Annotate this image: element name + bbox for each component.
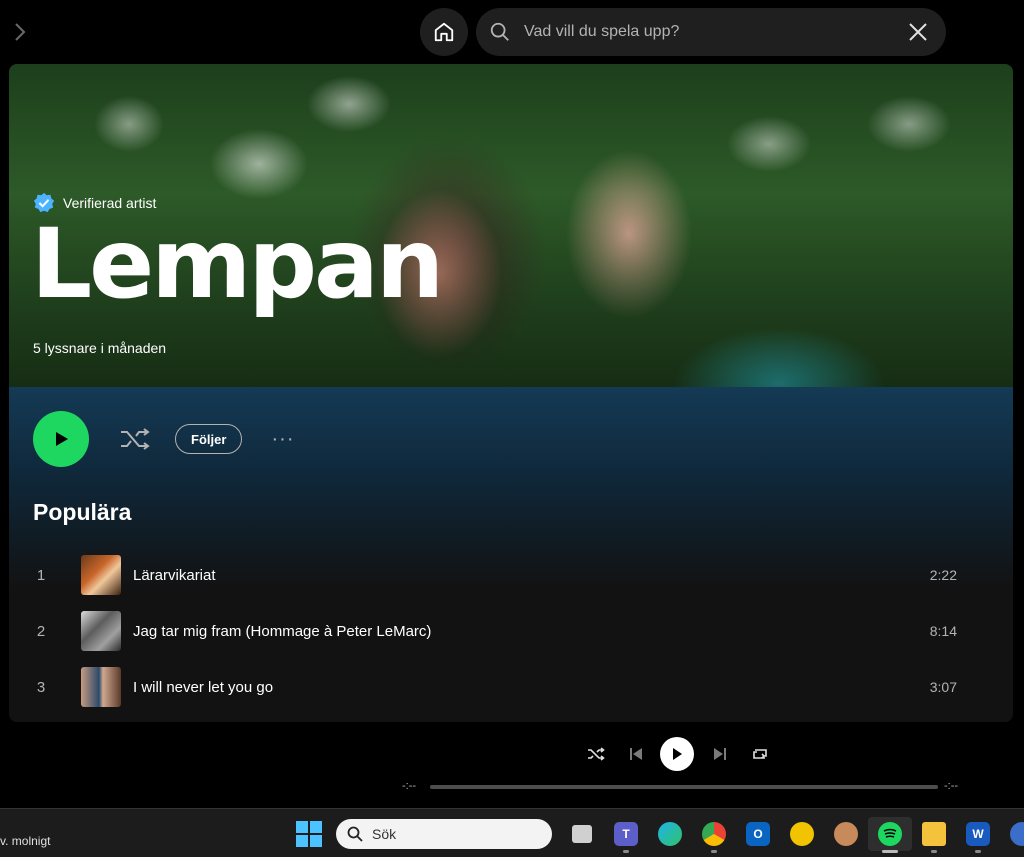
track-cover [81,667,121,707]
chevron-right-icon [15,23,26,41]
track-number: 1 [36,566,46,584]
next-button[interactable] [708,742,732,766]
app-button[interactable] [780,817,824,851]
task-view-button[interactable] [560,817,604,851]
windows-logo-tile [310,821,322,833]
outlook-icon: O [746,822,770,846]
track-title[interactable]: Lärarvikariat [133,567,216,584]
shuffle-icon [121,428,150,450]
file-explorer-button[interactable] [912,817,956,853]
shuffle-toggle[interactable] [584,742,608,766]
track-row[interactable]: 1 Lärarvikariat 2:22 [25,547,997,603]
play-button[interactable] [33,411,89,467]
more-options-button[interactable]: ··· [269,427,297,451]
track-duration: 8:14 [929,623,957,639]
running-indicator [711,850,717,853]
windows-taskbar: v. molnigt Sök T O W [0,808,1024,857]
track-cover [81,555,121,595]
shuffle-icon [588,747,605,761]
app-icon [790,822,814,846]
search-icon [346,825,364,843]
chrome-button[interactable] [692,817,736,853]
taskbar-search-label: Sök [372,826,397,842]
play-icon [673,748,682,760]
total-time: -:-- [944,780,959,792]
word-icon: W [966,822,990,846]
app-button[interactable] [1000,817,1024,851]
repeat-button[interactable] [748,742,772,766]
search-icon [488,20,512,44]
edge-icon [658,822,682,846]
track-cover [81,611,121,651]
popular-track-list: 1 Lärarvikariat 2:22 2 Jag tar mig fram … [25,547,997,715]
top-bar [0,0,1024,64]
track-row[interactable]: 3 I will never let you go 3:07 [25,659,997,715]
action-area: Följer ··· Populära 1 Lärarvikariat 2:22… [9,387,1013,722]
outlook-button[interactable]: O [736,817,780,851]
track-duration: 2:22 [929,567,957,583]
start-button[interactable] [296,821,322,847]
track-title[interactable]: Jag tar mig fram (Hommage à Peter LeMarc… [133,623,431,640]
follow-button[interactable]: Följer [175,424,243,454]
running-indicator [975,850,981,853]
track-number: 2 [36,622,46,640]
close-icon[interactable] [906,20,930,44]
playback-controls [584,736,784,772]
track-row[interactable]: 2 Jag tar mig fram (Hommage à Peter LeMa… [25,603,997,659]
word-button[interactable]: W [956,817,1000,853]
artist-name: Lempan [31,208,444,320]
skip-back-icon [630,748,642,760]
windows-logo-icon [296,821,308,833]
track-number: 3 [36,678,46,696]
taskbar-search[interactable]: Sök [336,819,552,849]
windows-logo-tile [296,835,308,847]
app-button[interactable] [824,817,868,851]
shuffle-button[interactable] [119,425,151,453]
teams-button[interactable]: T [604,817,648,853]
spotify-icon [878,822,902,846]
chrome-icon [702,822,726,846]
teams-icon: T [614,822,638,846]
active-indicator [882,850,898,853]
skip-forward-icon [714,748,726,760]
taskbar-apps: T O W [560,817,1024,853]
previous-button[interactable] [624,742,648,766]
running-indicator [623,850,629,853]
track-duration: 3:07 [929,679,957,695]
running-indicator [931,850,937,853]
home-button[interactable] [420,8,468,56]
weather-widget[interactable]: v. molnigt [0,834,50,848]
home-icon [434,22,454,42]
play-pause-button[interactable] [660,737,694,771]
app-icon [834,822,858,846]
artist-header-image: Verifierad artist Lempan 5 lyssnare i må… [9,64,1013,387]
progress-bar[interactable] [430,785,938,789]
forward-button[interactable] [8,18,32,46]
track-title[interactable]: I will never let you go [133,679,273,696]
edge-button[interactable] [648,817,692,851]
player-bar: -:-- -:-- [0,722,1024,808]
elapsed-time: -:-- [402,780,417,792]
task-view-icon [572,825,592,843]
app-icon [1010,822,1024,846]
folder-icon [922,822,946,846]
search-input[interactable] [524,23,884,41]
spotify-button[interactable] [868,817,912,853]
windows-logo-tile [310,835,322,847]
play-icon [56,432,68,446]
monthly-listeners: 5 lyssnare i månaden [33,340,167,356]
popular-heading: Populära [33,499,132,525]
search-bar[interactable] [476,8,946,56]
artist-page: Verifierad artist Lempan 5 lyssnare i må… [9,64,1013,722]
repeat-icon [753,749,767,759]
